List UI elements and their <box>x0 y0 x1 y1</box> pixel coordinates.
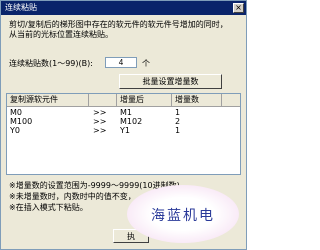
description-text: 剪切/复制后的梯形图中存在的软元件的软元件号增加的同时， 从当前的光标位置连续粘… <box>9 20 228 39</box>
table-row[interactable]: M0 >> M1 1 <box>7 108 240 117</box>
after-cell: M1 <box>120 108 132 117</box>
close-button[interactable]: × <box>233 3 244 13</box>
dialog-titlebar: 连续粘贴 × <box>1 1 246 15</box>
arrow-cell: >> <box>93 108 107 117</box>
table-header: 复制源软元件 增量后 增量数 <box>7 94 240 107</box>
source-cell: Y0 <box>10 126 20 135</box>
header-source: 复制源软元件 <box>7 94 89 106</box>
after-cell: M102 <box>120 117 143 126</box>
header-arrow <box>89 94 117 106</box>
source-cell: M0 <box>10 108 22 117</box>
paste-count-label: 连续粘贴数(1～99)(B): <box>9 59 93 68</box>
watermark-text: 海蓝机电 <box>151 208 215 224</box>
increment-cell[interactable]: 1 <box>175 126 180 135</box>
paste-count-unit: 个 <box>142 59 150 68</box>
arrow-cell: >> <box>93 126 107 135</box>
table-row[interactable]: Y0 >> Y1 1 <box>7 126 240 135</box>
table-row[interactable]: M100 >> M102 2 <box>7 117 240 126</box>
increment-cell[interactable]: 1 <box>175 108 180 117</box>
dialog-title: 连续粘贴 <box>5 3 37 12</box>
increment-cell[interactable]: 2 <box>175 117 180 126</box>
close-icon: × <box>235 3 242 12</box>
arrow-cell: >> <box>93 117 107 126</box>
batch-set-increment-button[interactable]: 批量设置增量数 <box>119 74 222 89</box>
source-cell: M100 <box>10 117 33 126</box>
paste-count-input[interactable] <box>105 57 137 68</box>
continuous-paste-dialog: 连续粘贴 × 剪切/复制后的梯形图中存在的软元件的软元件号增加的同时， 从当前的… <box>0 0 247 250</box>
header-after: 增量后 <box>117 94 172 106</box>
header-increment: 增量数 <box>172 94 222 106</box>
device-increment-table: 复制源软元件 增量后 增量数 M0 >> M1 1 M100 >> M102 2… <box>6 93 241 175</box>
watermark-stamp: 海蓝机电 <box>127 185 239 243</box>
after-cell: Y1 <box>120 126 130 135</box>
